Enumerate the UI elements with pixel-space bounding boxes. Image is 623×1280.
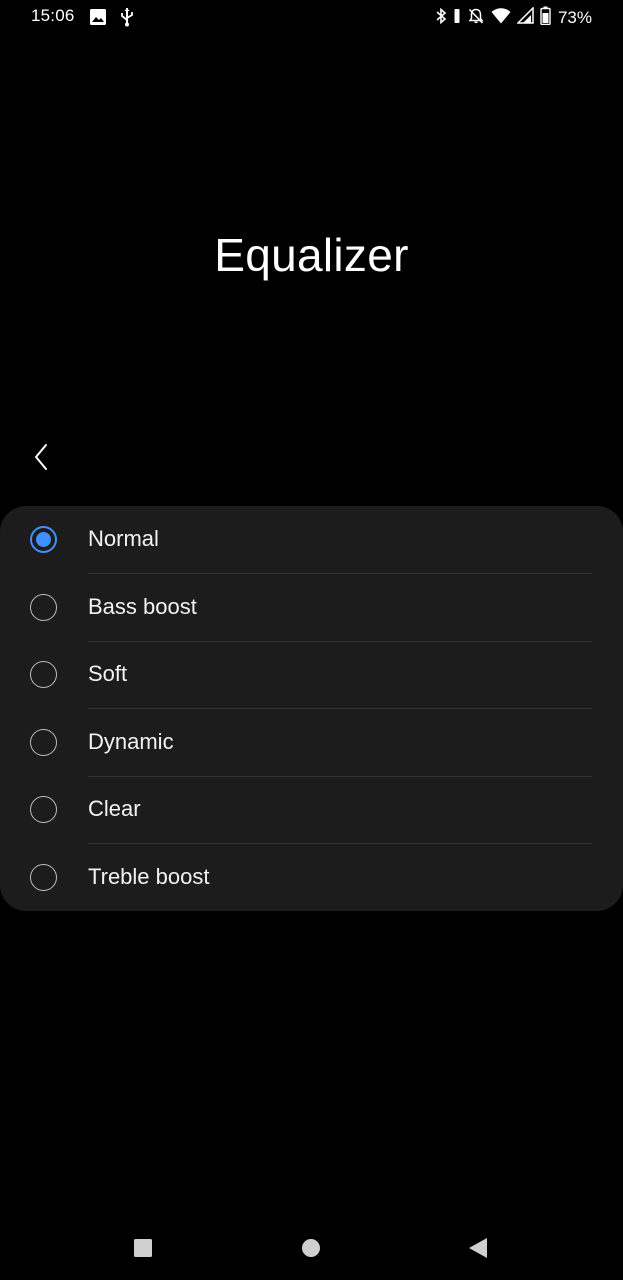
home-button[interactable] bbox=[297, 1236, 325, 1264]
option-label: Soft bbox=[88, 661, 128, 686]
radio-button-checked[interactable] bbox=[30, 526, 57, 553]
back-nav-button[interactable] bbox=[464, 1236, 492, 1264]
navigation-bar bbox=[0, 1222, 623, 1280]
vibrate-icon bbox=[453, 7, 461, 30]
option-label: Clear bbox=[88, 796, 141, 821]
option-normal[interactable]: Normal bbox=[0, 506, 623, 573]
option-soft[interactable]: Soft bbox=[0, 641, 623, 708]
status-left-icons bbox=[89, 7, 135, 32]
bluetooth-icon bbox=[435, 7, 447, 30]
home-icon bbox=[301, 1238, 321, 1263]
battery-percent: 73% bbox=[557, 8, 592, 27]
signal-icon bbox=[516, 6, 534, 29]
status-bar: 15:06 73% bbox=[0, 0, 623, 34]
radio-button[interactable] bbox=[30, 661, 57, 688]
page-title: Equalizer bbox=[214, 229, 409, 281]
chevron-left-icon bbox=[33, 443, 49, 476]
recents-icon bbox=[133, 1238, 153, 1263]
back-button[interactable] bbox=[22, 440, 60, 478]
option-label: Normal bbox=[88, 526, 159, 551]
radio-button[interactable] bbox=[30, 864, 57, 891]
back-triangle-icon bbox=[468, 1237, 488, 1264]
status-time: 15:06 bbox=[31, 6, 75, 25]
battery-icon bbox=[540, 6, 551, 30]
option-clear[interactable]: Clear bbox=[0, 776, 623, 843]
usb-icon bbox=[119, 7, 135, 32]
status-right-icons: 73% bbox=[435, 6, 592, 30]
mute-icon bbox=[467, 7, 485, 30]
radio-button[interactable] bbox=[30, 729, 57, 756]
option-bass-boost[interactable]: Bass boost bbox=[0, 574, 623, 641]
option-label: Treble boost bbox=[88, 864, 210, 889]
option-treble-boost[interactable]: Treble boost bbox=[0, 844, 623, 911]
radio-button[interactable] bbox=[30, 594, 57, 621]
option-label: Dynamic bbox=[88, 729, 174, 754]
option-dynamic[interactable]: Dynamic bbox=[0, 709, 623, 776]
option-label: Bass boost bbox=[88, 594, 197, 619]
radio-button[interactable] bbox=[30, 796, 57, 823]
wifi-icon bbox=[491, 7, 511, 29]
image-icon bbox=[89, 8, 107, 31]
recents-button[interactable] bbox=[129, 1236, 157, 1264]
equalizer-options-list: Normal Bass boost Soft Dynamic Clear Tre… bbox=[0, 506, 623, 911]
